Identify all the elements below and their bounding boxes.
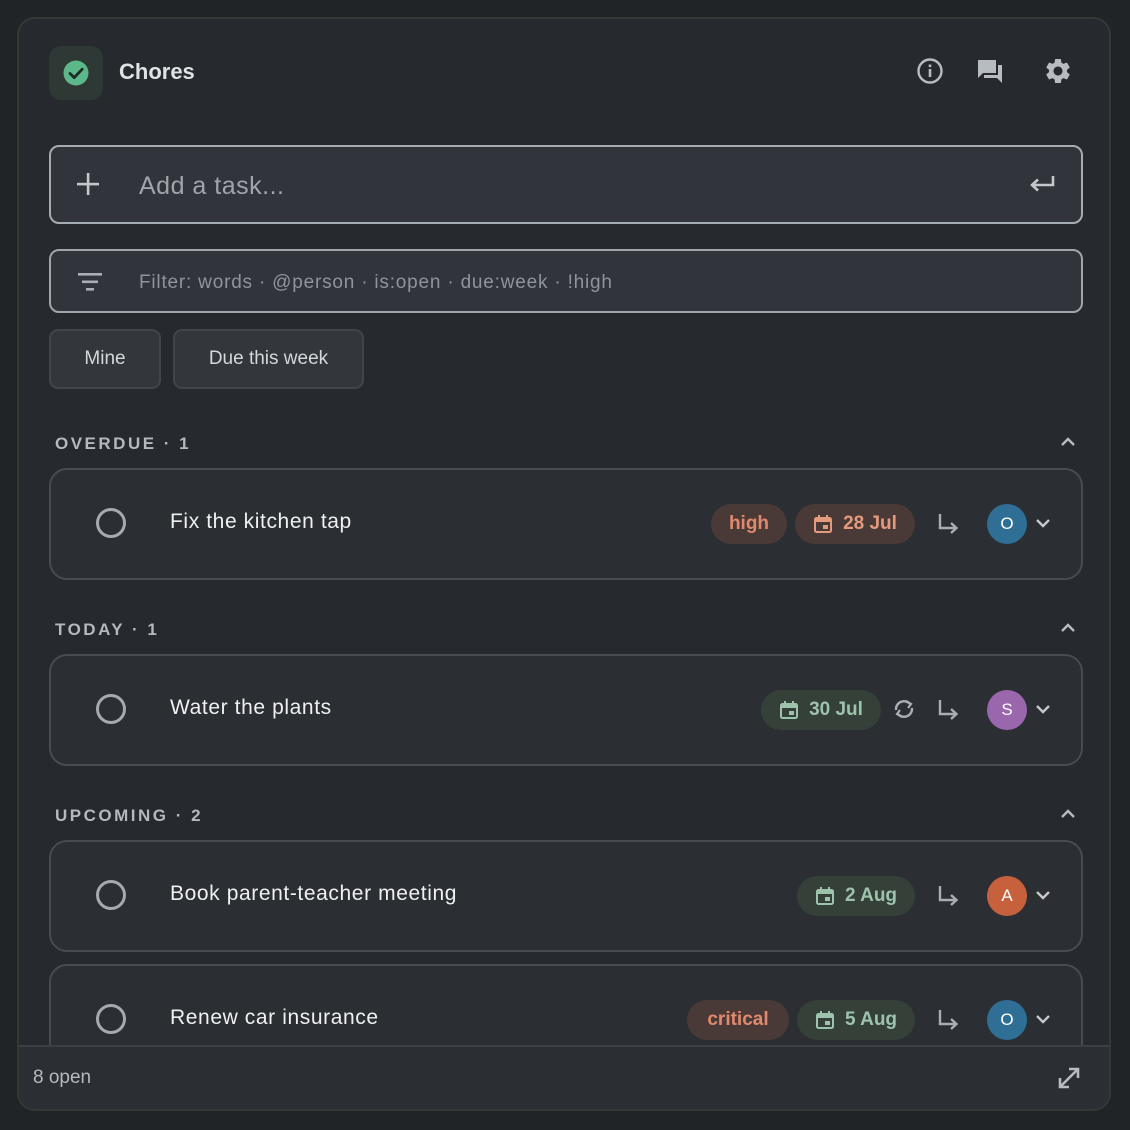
info-button[interactable] xyxy=(914,55,946,87)
chip-mine[interactable]: Mine xyxy=(49,329,161,389)
task-card[interactable]: Book parent-teacher meeting 2 Aug A xyxy=(49,840,1083,952)
calendar-icon xyxy=(814,515,833,533)
chores-widget: Chores Add a task... Filter: words · @pe… xyxy=(17,17,1111,1111)
task-card[interactable]: Water the plants 30 Jul S xyxy=(49,654,1083,766)
add-task-box[interactable] xyxy=(49,145,1083,224)
chevron-up-icon[interactable] xyxy=(1059,621,1077,635)
priority-badge: critical xyxy=(687,1000,789,1040)
section-title-today: TODAY · 1 xyxy=(55,620,160,639)
settings-button[interactable] xyxy=(1042,55,1074,87)
due-date-badge[interactable]: 30 Jul xyxy=(761,690,881,730)
calendar-icon xyxy=(780,701,799,719)
due-date-label: 5 Aug xyxy=(844,1009,898,1030)
filter-box[interactable] xyxy=(49,249,1083,313)
widget-footer: 8 open xyxy=(19,1045,1109,1109)
task-title: Renew car insurance xyxy=(170,1006,379,1029)
subtask-arrow-icon[interactable] xyxy=(935,696,961,724)
plus-icon[interactable] xyxy=(75,171,101,197)
gear-icon xyxy=(1046,58,1070,83)
avatar-initial: O xyxy=(1000,514,1014,533)
calendar-icon xyxy=(815,1011,834,1029)
due-date-badge[interactable]: 28 Jul xyxy=(795,504,915,544)
avatar[interactable]: S xyxy=(987,690,1027,730)
calendar-icon xyxy=(815,887,834,905)
filter-icon xyxy=(78,273,102,291)
priority-label: critical xyxy=(707,1009,769,1030)
chevron-up-icon[interactable] xyxy=(1059,435,1077,449)
section-title-overdue: OVERDUE · 1 xyxy=(55,434,192,453)
due-date-badge[interactable]: 2 Aug xyxy=(797,876,915,916)
expand-icon[interactable] xyxy=(1055,1064,1083,1092)
task-title: Fix the kitchen tap xyxy=(170,510,352,533)
filter-input[interactable] xyxy=(137,265,1041,301)
complete-checkbox[interactable] xyxy=(96,880,126,910)
open-count: 8 open xyxy=(33,1067,92,1088)
chat-icon xyxy=(978,60,1002,83)
chevron-down-icon[interactable] xyxy=(1034,1012,1052,1026)
task-card[interactable]: Fix the kitchen tap high 28 Jul O xyxy=(49,468,1083,580)
due-date-label: 2 Aug xyxy=(844,885,898,906)
repeat-icon[interactable] xyxy=(891,696,917,722)
avatar[interactable]: O xyxy=(987,1000,1027,1040)
avatar-initial: A xyxy=(1001,886,1013,905)
due-date-label: 30 Jul xyxy=(809,699,863,720)
comments-button[interactable] xyxy=(974,55,1006,87)
chip-label: Due this week xyxy=(208,348,329,369)
add-task-input[interactable] xyxy=(137,163,1001,209)
avatar[interactable]: O xyxy=(987,504,1027,544)
priority-badge: high xyxy=(711,504,787,544)
subtask-arrow-icon[interactable] xyxy=(935,510,961,538)
avatar-initial: O xyxy=(1000,1010,1014,1029)
due-date-label: 28 Jul xyxy=(843,513,897,534)
priority-label: high xyxy=(728,513,770,534)
chip-label: Mine xyxy=(84,348,126,369)
chevron-down-icon[interactable] xyxy=(1034,702,1052,716)
avatar[interactable]: A xyxy=(987,876,1027,916)
task-title: Book parent-teacher meeting xyxy=(170,882,458,905)
complete-checkbox[interactable] xyxy=(96,694,126,724)
chevron-down-icon[interactable] xyxy=(1034,888,1052,902)
check-circle-icon xyxy=(63,60,89,86)
subtask-arrow-icon[interactable] xyxy=(935,1006,961,1034)
info-icon xyxy=(917,58,943,84)
subtask-arrow-icon[interactable] xyxy=(935,882,961,910)
task-title: Water the plants xyxy=(170,696,332,719)
widget-header: Chores xyxy=(19,19,1109,131)
section-title-upcoming: UPCOMING · 2 xyxy=(55,806,204,825)
chevron-up-icon[interactable] xyxy=(1059,807,1077,821)
due-date-badge[interactable]: 5 Aug xyxy=(797,1000,915,1040)
chip-due-this-week[interactable]: Due this week xyxy=(173,329,364,389)
enter-icon[interactable] xyxy=(1027,171,1057,197)
complete-checkbox[interactable] xyxy=(96,508,126,538)
avatar-initial: S xyxy=(1001,700,1013,719)
app-title: Chores xyxy=(119,59,195,84)
complete-checkbox[interactable] xyxy=(96,1004,126,1034)
app-icon xyxy=(49,46,103,100)
chevron-down-icon[interactable] xyxy=(1034,516,1052,530)
